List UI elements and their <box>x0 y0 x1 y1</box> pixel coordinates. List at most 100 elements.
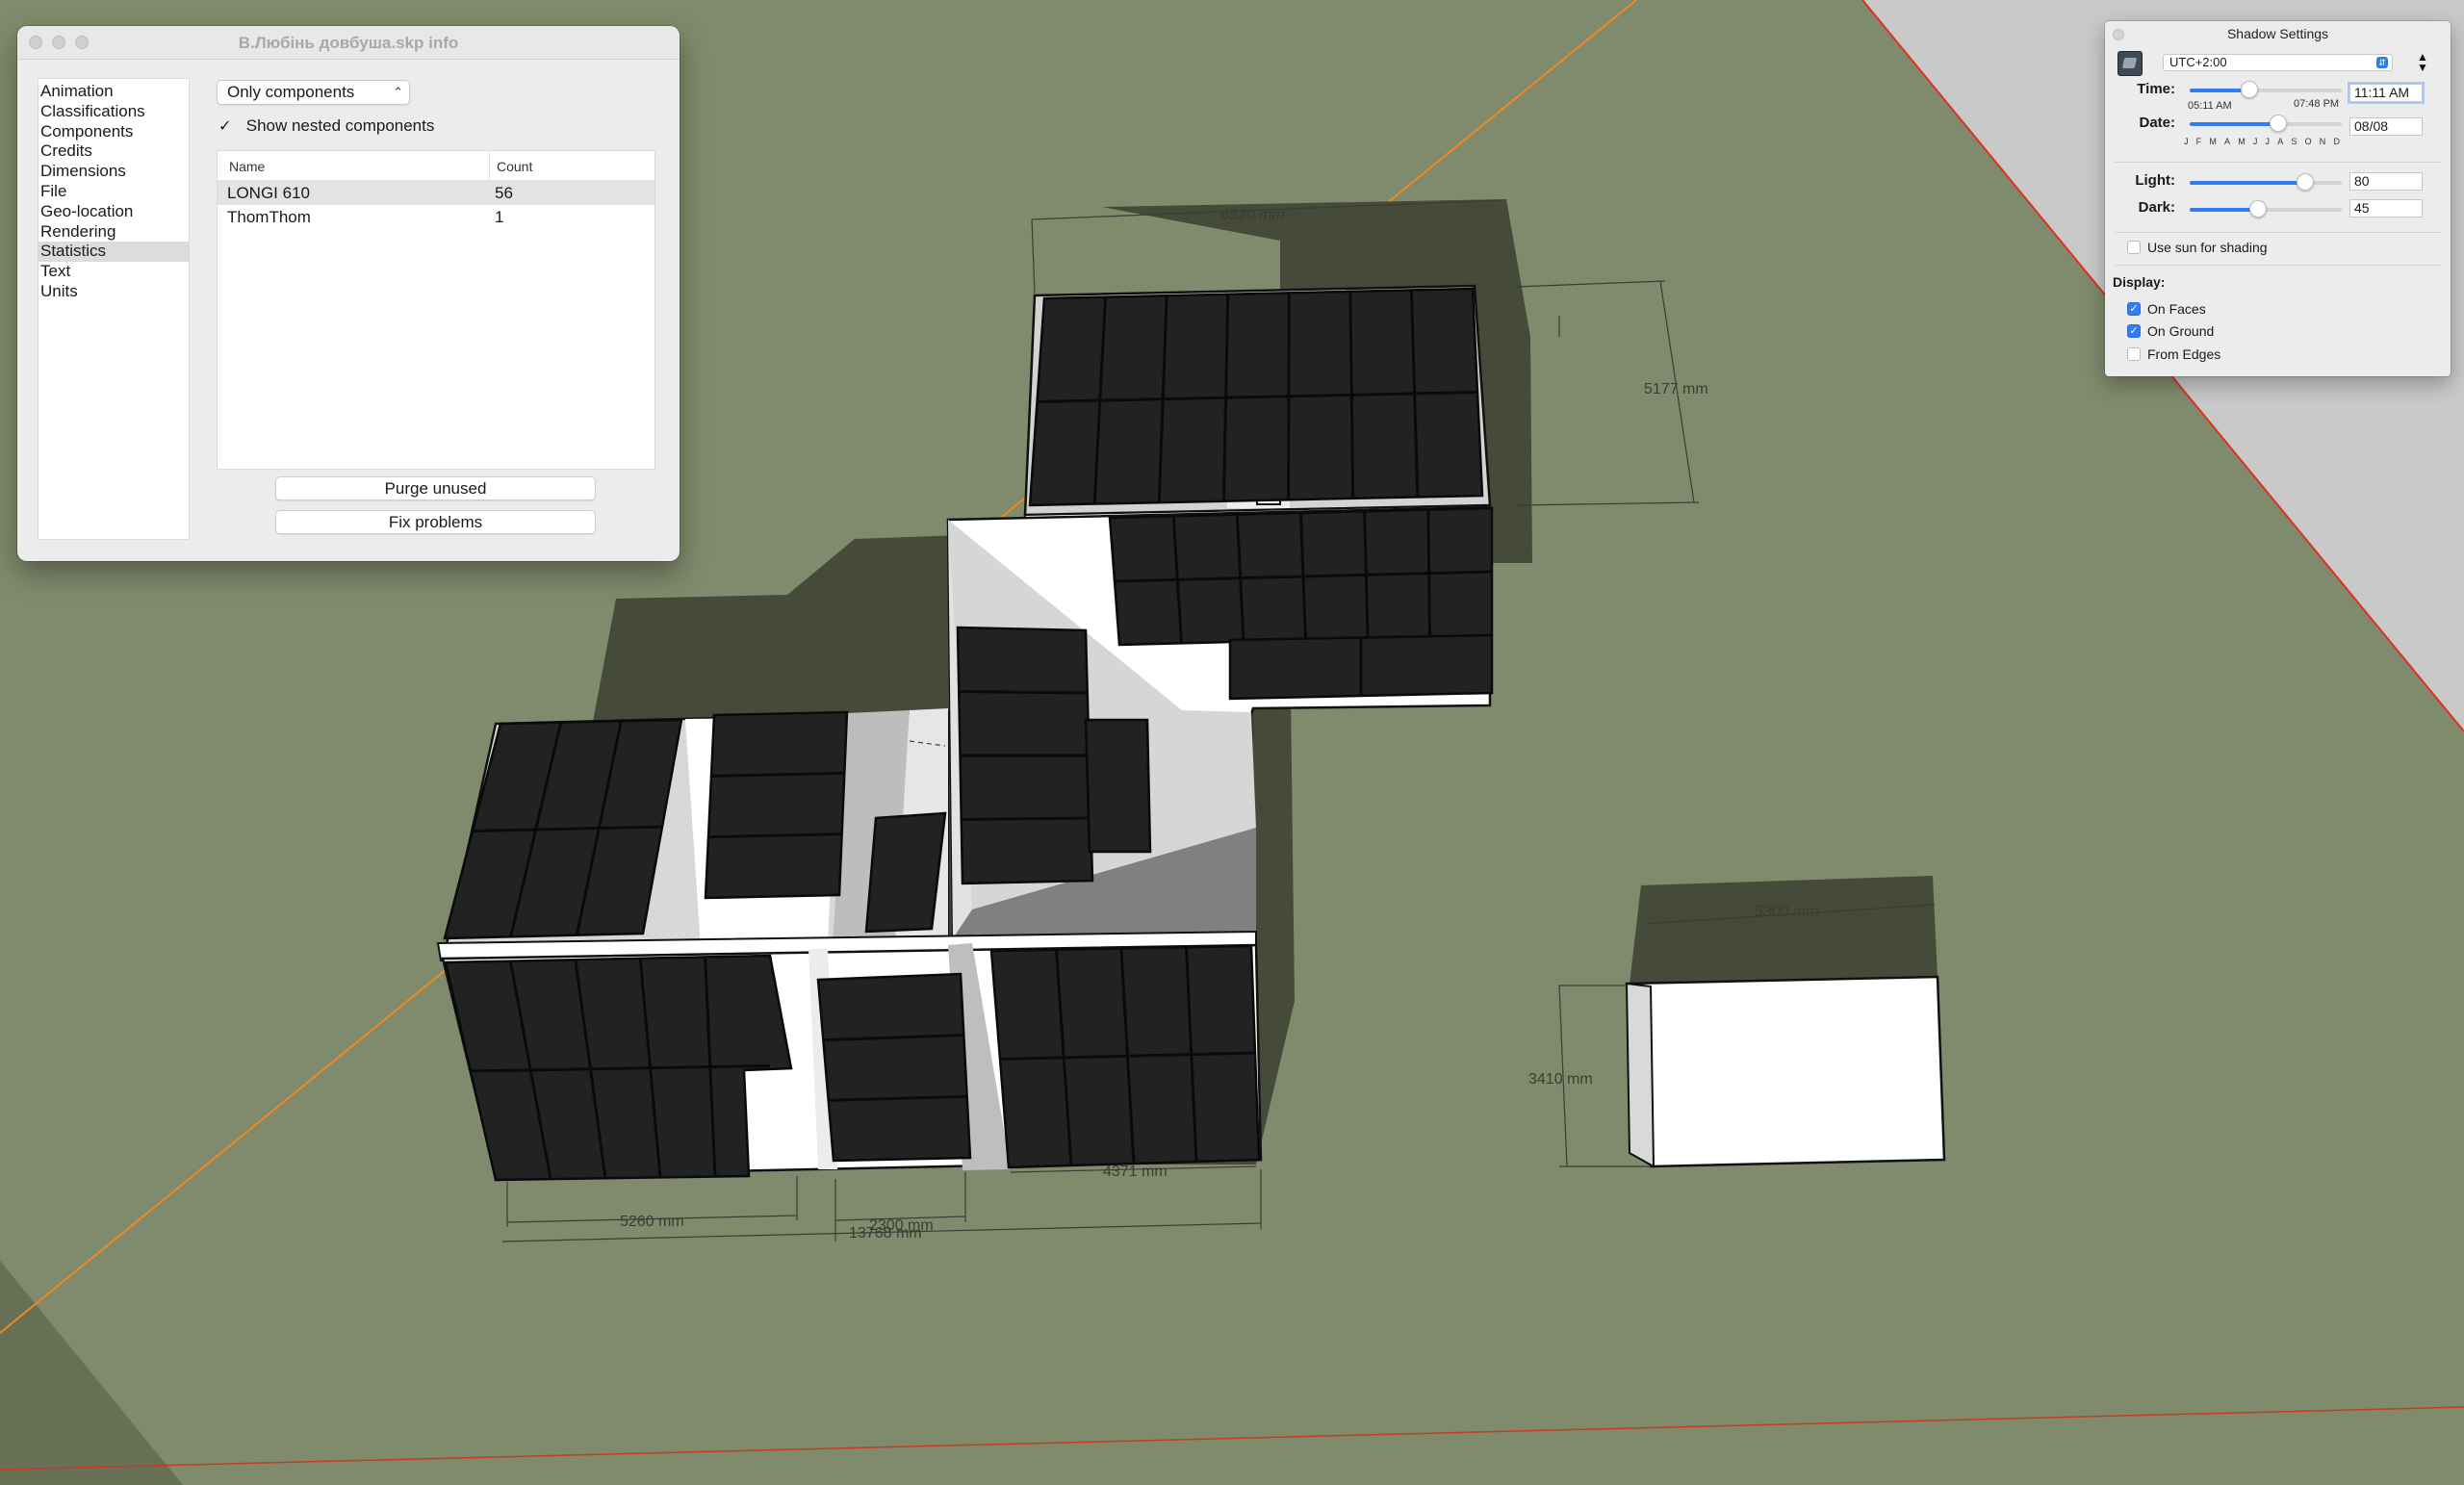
dim-label-small-top: 5300 mm <box>1755 904 1819 920</box>
dark-slider-knob[interactable] <box>2249 200 2268 218</box>
show-nested-checkbox[interactable]: ✓ <box>218 116 234 136</box>
row-count: 56 <box>495 184 513 202</box>
month-tick: J <box>2184 137 2189 146</box>
month-tick: A <box>2277 137 2284 146</box>
dim-label-total: 13768 mm <box>849 1225 922 1242</box>
on-faces-checkbox[interactable]: ✓ <box>2127 302 2141 316</box>
display-label: Display: <box>2113 274 2166 290</box>
light-field[interactable]: 80 <box>2349 172 2423 191</box>
on-ground-checkbox[interactable]: ✓ <box>2127 324 2141 338</box>
date-slider[interactable] <box>2190 115 2342 132</box>
from-edges-checkbox[interactable] <box>2127 347 2141 361</box>
light-slider-knob[interactable] <box>2297 173 2315 191</box>
expand-panel-icon[interactable]: ▲ ▼ <box>2416 51 2429 73</box>
category-units[interactable]: Units <box>38 282 189 302</box>
month-tick: N <box>2319 137 2326 146</box>
panel-seam <box>961 816 1091 821</box>
month-tick: A <box>2224 137 2231 146</box>
month-tick: J <box>2252 137 2258 146</box>
window-title: В.Любінь довбуша.skp info <box>238 34 459 52</box>
time-slider-knob[interactable] <box>2240 81 2258 98</box>
sunset-label: 07:48 PM <box>2294 98 2340 110</box>
use-sun-checkbox[interactable] <box>2127 241 2141 254</box>
category-geo-location[interactable]: Geo-location <box>38 202 189 222</box>
column-header-name[interactable]: Name <box>229 159 265 174</box>
on-faces-label: On Faces <box>2147 301 2206 317</box>
date-field[interactable]: 08/08 <box>2349 117 2423 136</box>
category-classifications[interactable]: Classifications <box>38 102 189 122</box>
date-slider-knob[interactable] <box>2269 115 2287 132</box>
dim-label-right: 5177 mm <box>1644 381 1708 397</box>
date-label: Date: <box>2139 115 2175 131</box>
category-statistics[interactable]: Statistics <box>38 242 189 263</box>
month-tick: M <box>2209 137 2217 146</box>
divider <box>2115 265 2441 266</box>
divider <box>2115 232 2441 233</box>
column-divider[interactable] <box>489 151 490 180</box>
components-table: Name Count LONGI 610 56 ThomThom 1 <box>217 150 655 470</box>
red-axis-line-bottom <box>0 1406 2464 1471</box>
month-tick: J <box>2265 137 2271 146</box>
shadows-toggle-icon[interactable] <box>2118 51 2143 76</box>
table-header: Name Count <box>218 151 654 181</box>
sunrise-label: 05:11 AM <box>2188 100 2232 112</box>
category-animation[interactable]: Animation <box>38 82 189 102</box>
category-rendering[interactable]: Rendering <box>38 222 189 243</box>
month-tick: O <box>2304 137 2312 146</box>
from-edges-label: From Edges <box>2147 346 2221 362</box>
time-slider[interactable] <box>2190 81 2342 98</box>
month-tick: S <box>2291 137 2297 146</box>
solar-panel-array <box>864 811 947 934</box>
solar-panel-array <box>816 972 972 1163</box>
light-label: Light: <box>2135 172 2175 189</box>
filter-select-value: Only components <box>227 83 355 101</box>
timezone-select[interactable]: UTC+2:00 ⇵ <box>2163 54 2393 71</box>
dim-label-top: 6520 mm <box>1220 207 1285 223</box>
dim-label-a: 5260 mm <box>620 1214 684 1230</box>
on-ground-label: On Ground <box>2147 323 2215 339</box>
show-nested-label: Show nested components <box>245 116 435 135</box>
purge-unused-button[interactable]: Purge unused <box>275 476 596 500</box>
row-name: ThomThom <box>227 208 311 226</box>
dark-field[interactable]: 45 <box>2349 199 2423 218</box>
row-count: 1 <box>495 208 504 226</box>
category-text[interactable]: Text <box>38 262 189 282</box>
time-label: Time: <box>2137 81 2175 97</box>
fix-problems-button[interactable]: Fix problems <box>275 510 596 534</box>
time-field[interactable]: 11:11 AM <box>2349 84 2423 102</box>
column-header-count[interactable]: Count <box>497 159 532 174</box>
category-components[interactable]: Components <box>38 122 189 142</box>
row-name: LONGI 610 <box>227 184 310 202</box>
category-file[interactable]: File <box>38 182 189 202</box>
shadow-settings-panel: Shadow Settings UTC+2:00 ⇵ ▲ ▼ Time: 11:1… <box>2105 21 2451 376</box>
divider <box>2115 162 2441 163</box>
dim-label-c: 4371 mm <box>1103 1164 1168 1180</box>
table-row[interactable]: LONGI 610 56 <box>218 181 654 205</box>
small-box <box>1625 975 1946 1168</box>
shadow-panel-title: Shadow Settings <box>2226 26 2329 41</box>
timezone-value: UTC+2:00 <box>2169 55 2227 69</box>
model-info-window: В.Любінь довбуша.skp info Animation Clas… <box>17 26 680 561</box>
date-slider-fill <box>2190 122 2278 126</box>
dark-slider[interactable] <box>2190 200 2342 218</box>
category-dimensions[interactable]: Dimensions <box>38 162 189 182</box>
panel-seam <box>959 690 1088 695</box>
ground-shade <box>0 1261 183 1485</box>
month-tick: D <box>2333 137 2340 146</box>
statistics-filter-select[interactable]: Only components ⌃ <box>217 80 410 105</box>
dark-slider-fill <box>2190 208 2259 212</box>
updown-icon: ⇵ <box>2376 57 2388 68</box>
show-nested-row[interactable]: ✓ Show nested components <box>218 116 434 136</box>
chevron-updown-icon: ⌃ <box>393 85 403 99</box>
month-tick: M <box>2238 137 2246 146</box>
light-slider[interactable] <box>2190 173 2342 191</box>
category-credits[interactable]: Credits <box>38 141 189 162</box>
solar-panel-array <box>1084 718 1152 854</box>
category-list[interactable]: Animation Classifications Components Cre… <box>38 78 190 540</box>
month-tick: F <box>2195 137 2202 146</box>
table-row[interactable]: ThomThom 1 <box>218 205 654 229</box>
model-info-titlebar[interactable]: В.Любінь довбуша.skp info <box>17 26 680 60</box>
light-slider-fill <box>2190 181 2306 185</box>
dim-label-small-height: 3410 mm <box>1528 1071 1593 1088</box>
use-sun-label: Use sun for shading <box>2147 240 2268 255</box>
